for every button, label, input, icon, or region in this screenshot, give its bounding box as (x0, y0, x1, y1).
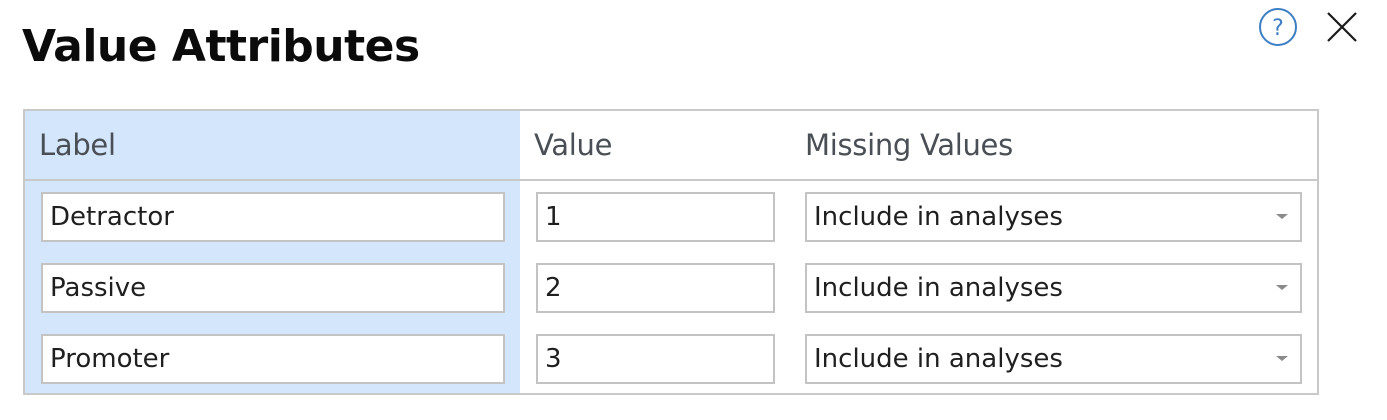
help-button[interactable]: ? (1258, 7, 1298, 47)
column-header-missing-values[interactable]: Missing Values (805, 125, 1013, 165)
missing-values-selected: Include in analyses (814, 344, 1063, 374)
value-input-detractor[interactable] (536, 192, 775, 242)
column-header-value[interactable]: Value (534, 125, 612, 165)
svg-text:?: ? (1272, 16, 1284, 41)
help-circle-icon: ? (1259, 8, 1297, 46)
column-header-label[interactable]: Label (39, 125, 116, 165)
missing-values-selected: Include in analyses (814, 273, 1063, 303)
value-input-passive[interactable] (536, 263, 775, 313)
value-attributes-table: Label Value Missing Values Include in an… (23, 109, 1319, 395)
missing-values-selected: Include in analyses (814, 202, 1063, 232)
caret-down-icon (1276, 285, 1288, 290)
close-x-icon (1327, 12, 1357, 42)
caret-down-icon (1276, 214, 1288, 219)
missing-values-select-promoter[interactable]: Include in analyses (805, 334, 1302, 384)
value-input-promoter[interactable] (536, 334, 775, 384)
missing-values-select-passive[interactable]: Include in analyses (805, 263, 1302, 313)
missing-values-select-detractor[interactable]: Include in analyses (805, 192, 1302, 242)
label-input-detractor[interactable] (41, 192, 505, 242)
header-divider (25, 179, 1317, 181)
dialog-title: Value Attributes (22, 21, 420, 72)
label-input-promoter[interactable] (41, 334, 505, 384)
close-button[interactable] (1322, 7, 1362, 47)
caret-down-icon (1276, 356, 1288, 361)
label-input-passive[interactable] (41, 263, 505, 313)
